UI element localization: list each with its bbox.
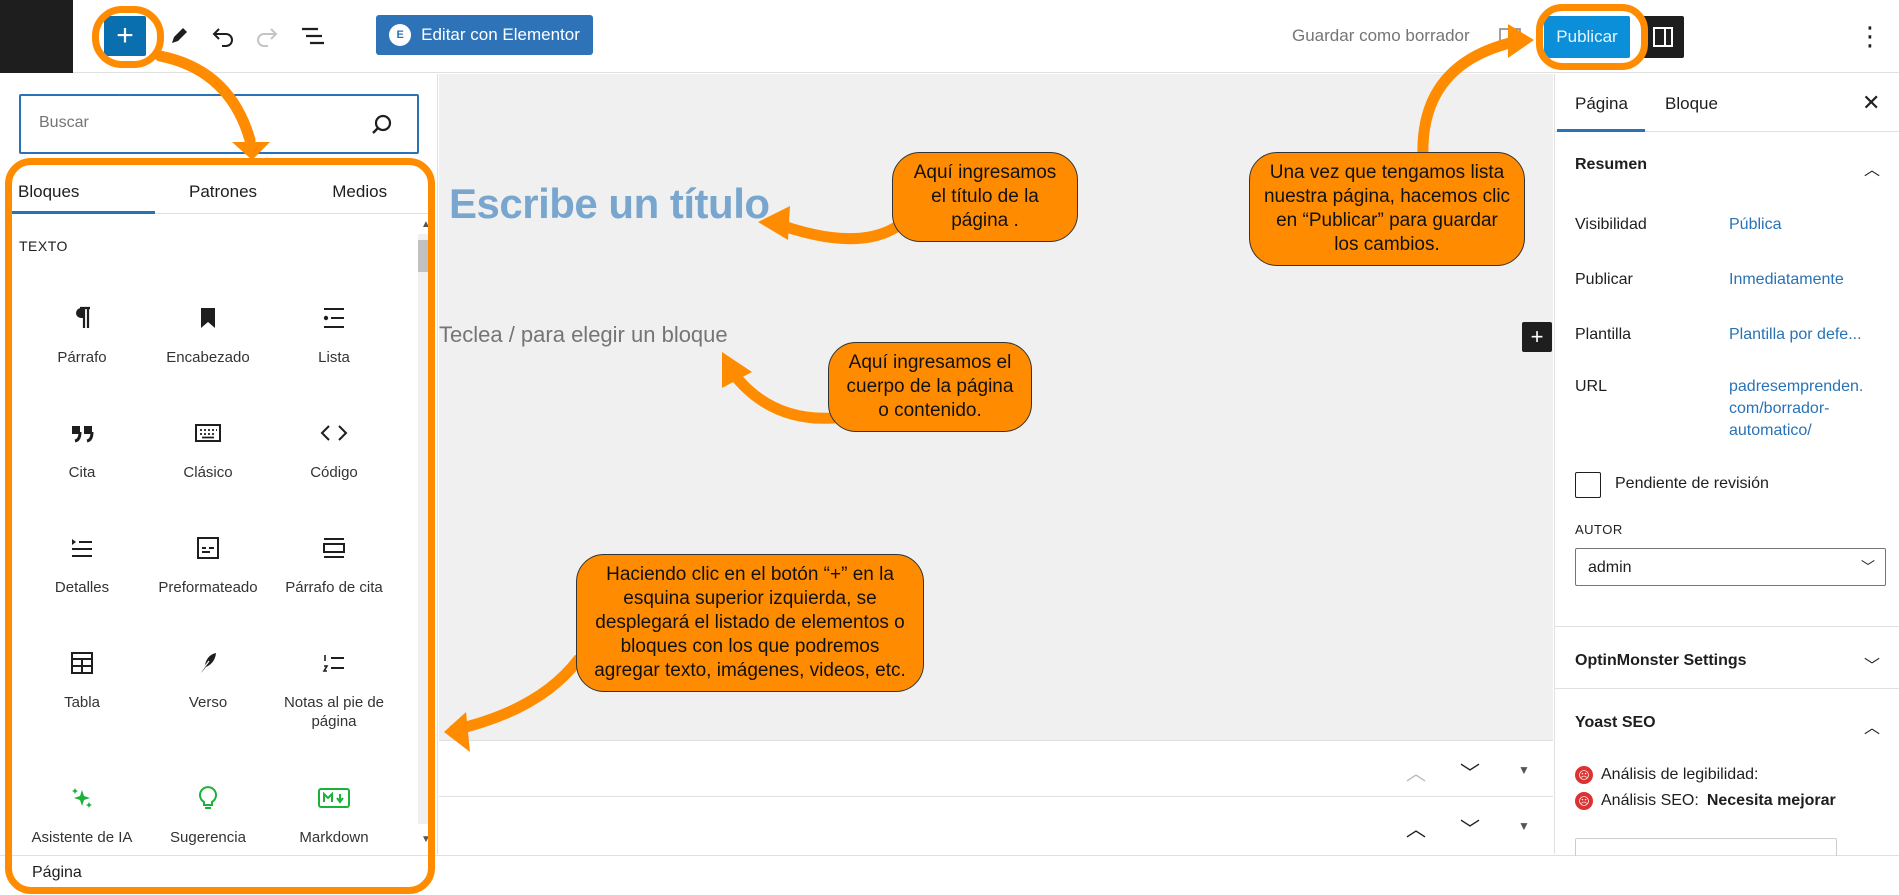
url-line: com/borrador-	[1729, 400, 1830, 417]
edit-with-elementor-label: Editar con Elementor	[421, 25, 580, 44]
optinmonster-heading: OptinMonster Settings	[1575, 652, 1747, 669]
caret-down-icon[interactable]: ▼	[1511, 763, 1537, 777]
visibility-label: Visibilidad	[1575, 216, 1647, 233]
page-title-input[interactable]: Escribe un título	[449, 180, 770, 228]
chevron-down-icon[interactable]: ﹀	[1457, 757, 1483, 786]
readability-analysis[interactable]: ☹ Análisis de legibilidad:	[1575, 766, 1758, 784]
yoast-panel-toggle[interactable]: Yoast SEO ︿	[1555, 714, 1899, 737]
more-options-icon[interactable]: ⋮	[1857, 20, 1883, 52]
search-box	[19, 94, 419, 154]
tab-block[interactable]: Bloque	[1665, 94, 1718, 114]
pending-review-label: Pendiente de revisión	[1615, 475, 1769, 492]
sidebar-icon	[1653, 27, 1673, 47]
elementor-icon: E	[389, 24, 412, 46]
url-label: URL	[1575, 378, 1608, 395]
edit-with-elementor-button[interactable]: E Editar con Elementor	[376, 15, 593, 55]
template-label: Plantilla	[1575, 326, 1632, 343]
chevron-up-icon: ︿	[1863, 720, 1880, 737]
save-draft-button[interactable]: Guardar como borrador	[1292, 26, 1470, 46]
add-block-inline-button[interactable]: +	[1522, 322, 1552, 352]
active-tab-indicator	[1557, 129, 1645, 132]
preview-icon[interactable]	[1498, 26, 1522, 48]
publish-label: Publicar	[1575, 271, 1633, 288]
callout-plus-note: Haciendo clic en el botón “+” en la esqu…	[576, 554, 924, 692]
readability-label: Análisis de legibilidad:	[1601, 766, 1759, 783]
pending-review-checkbox[interactable]	[1575, 472, 1601, 498]
highlight-ring-inserter	[5, 158, 435, 894]
callout-body-note: Aquí ingresamos el cuerpo de la página o…	[828, 342, 1032, 432]
tab-page[interactable]: Página	[1575, 94, 1628, 114]
template-value[interactable]: Plantilla por defe...	[1729, 324, 1862, 346]
yoast-heading: Yoast SEO	[1575, 714, 1656, 731]
settings-tabs: Página Bloque ✕	[1555, 74, 1899, 132]
visibility-value[interactable]: Pública	[1729, 214, 1781, 236]
highlight-ring-publish	[1536, 4, 1648, 70]
url-value[interactable]: padresemprenden. com/borrador- automatic…	[1729, 376, 1863, 442]
meta-box-yoast: ︿ ﹀ ▼	[439, 796, 1553, 854]
optinmonster-panel-toggle[interactable]: OptinMonster Settings ﹀	[1555, 652, 1899, 675]
chevron-down-icon: ﹀	[1863, 658, 1880, 675]
author-select[interactable]: admin ﹀	[1575, 548, 1886, 586]
block-appender[interactable]: Teclea / para elegir un bloque	[439, 322, 728, 348]
author-label: AUTOR	[1575, 522, 1623, 537]
wordpress-logo-button[interactable]	[0, 0, 73, 73]
caret-down-icon[interactable]: ▼	[1511, 819, 1537, 833]
document-overview-icon[interactable]	[296, 20, 330, 52]
chevron-down-icon[interactable]: ﹀	[1457, 813, 1483, 842]
seo-analysis[interactable]: ☹ Análisis SEO: Necesita mejorar	[1575, 792, 1836, 810]
publish-date-value[interactable]: Inmediatamente	[1729, 269, 1844, 291]
close-icon[interactable]: ✕	[1862, 90, 1880, 116]
divider	[1555, 626, 1899, 627]
callout-title-note: Aquí ingresamos el título de la página .	[892, 152, 1078, 242]
divider	[1555, 688, 1899, 689]
undo-icon[interactable]	[208, 20, 238, 52]
focus-keyphrase-input[interactable]	[1575, 838, 1837, 856]
url-line: automatico/	[1729, 422, 1812, 439]
settings-sidebar: Página Bloque ✕ Resumen ︿ Visibilidad Pú…	[1554, 74, 1899, 856]
search-input[interactable]	[39, 114, 339, 132]
seo-label: Análisis SEO:	[1601, 792, 1699, 809]
chevron-up-icon: ︿	[1863, 162, 1880, 179]
highlight-ring-add-button	[92, 6, 164, 68]
callout-publish-note: Una vez que tengamos lista nuestra págin…	[1249, 152, 1525, 266]
redo-icon[interactable]	[252, 20, 282, 52]
meta-box-optinmonster: ︿ ﹀ ▼	[439, 740, 1553, 796]
chevron-down-icon: ﹀	[1861, 559, 1875, 575]
seo-status: Necesita mejorar	[1706, 792, 1836, 809]
chevron-up-icon[interactable]: ︿	[1403, 757, 1429, 786]
sad-face-icon: ☹	[1575, 792, 1593, 810]
search-icon[interactable]	[369, 112, 395, 138]
pencil-icon[interactable]	[164, 20, 194, 52]
chevron-up-icon[interactable]: ︿	[1403, 813, 1429, 842]
author-value: admin	[1588, 559, 1632, 576]
summary-heading: Resumen	[1575, 156, 1648, 173]
summary-panel-toggle[interactable]: Resumen ︿	[1555, 156, 1899, 179]
url-line: padresemprenden.	[1729, 378, 1864, 395]
sad-face-icon: ☹	[1575, 766, 1593, 784]
settings-toggle-button[interactable]	[1642, 16, 1684, 58]
